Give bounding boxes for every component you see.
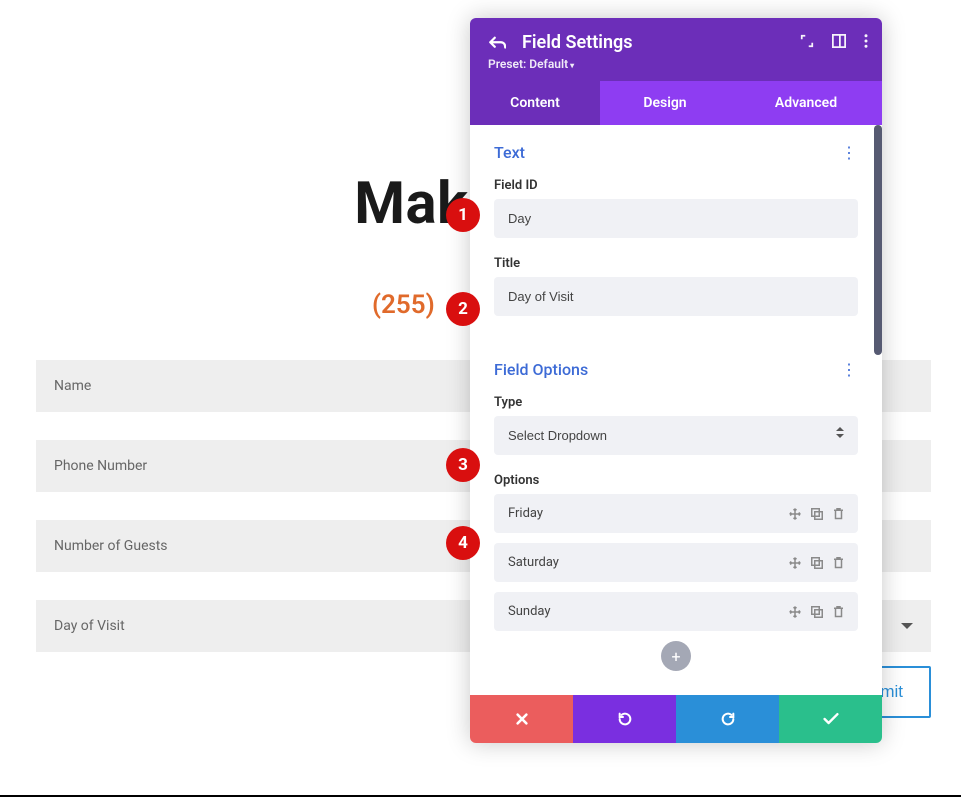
section-text: Text ⋮ Field ID Title [470, 125, 882, 342]
check-icon [823, 712, 839, 726]
option-row[interactable]: Saturday [494, 543, 858, 582]
kebab-menu-icon[interactable] [864, 34, 868, 48]
move-icon[interactable] [789, 606, 801, 618]
title-input[interactable] [494, 277, 858, 316]
title-label: Title [494, 256, 858, 271]
back-icon[interactable] [488, 35, 506, 51]
add-option-button[interactable]: + [661, 641, 691, 671]
panel-tabs: Content Design Advanced [470, 81, 882, 125]
redo-button[interactable] [676, 695, 779, 743]
type-label: Type [494, 395, 858, 410]
panel-title: Field Settings [522, 32, 633, 53]
section-field-options: Field Options ⋮ Type Options Friday Satu… [470, 342, 882, 695]
name-placeholder: Name [54, 378, 91, 394]
layout-icon[interactable] [832, 34, 846, 48]
field-settings-panel: Field Settings Preset: Default Content D… [470, 18, 882, 743]
type-select[interactable] [494, 416, 858, 455]
section-text-title[interactable]: Text [494, 143, 525, 162]
redo-icon [720, 711, 736, 727]
option-row-label: Sunday [508, 604, 551, 619]
duplicate-icon[interactable] [811, 508, 823, 520]
close-icon [515, 712, 529, 726]
tab-advanced[interactable]: Advanced [730, 81, 882, 125]
guests-placeholder: Number of Guests [54, 538, 168, 554]
annotation-marker-4: 4 [446, 526, 480, 560]
tab-content[interactable]: Content [470, 81, 600, 125]
panel-footer [470, 695, 882, 743]
day-placeholder: Day of Visit [54, 618, 125, 634]
save-button[interactable] [779, 695, 882, 743]
preset-selector[interactable]: Preset: Default [488, 57, 864, 71]
panel-body: Text ⋮ Field ID Title Field Options ⋮ Ty… [470, 125, 882, 695]
phone-number-text: (255) [372, 290, 435, 320]
delete-icon[interactable] [833, 557, 844, 569]
move-icon[interactable] [789, 557, 801, 569]
field-id-input[interactable] [494, 199, 858, 238]
options-label: Options [494, 473, 858, 488]
annotation-marker-1: 1 [446, 198, 480, 232]
duplicate-icon[interactable] [811, 557, 823, 569]
tab-design[interactable]: Design [600, 81, 730, 125]
undo-icon [617, 711, 633, 727]
panel-header: Field Settings Preset: Default [470, 18, 882, 81]
annotation-marker-2: 2 [446, 292, 480, 326]
cancel-button[interactable] [470, 695, 573, 743]
section-text-menu-icon[interactable]: ⋮ [841, 143, 858, 162]
section-options-title[interactable]: Field Options [494, 360, 588, 379]
undo-button[interactable] [573, 695, 676, 743]
duplicate-icon[interactable] [811, 606, 823, 618]
option-row[interactable]: Sunday [494, 592, 858, 631]
delete-icon[interactable] [833, 606, 844, 618]
expand-icon[interactable] [800, 34, 814, 48]
section-options-menu-icon[interactable]: ⋮ [841, 360, 858, 379]
annotation-marker-3: 3 [446, 448, 480, 482]
delete-icon[interactable] [833, 508, 844, 520]
type-select-value[interactable] [494, 416, 858, 455]
option-row-label: Friday [508, 506, 543, 521]
move-icon[interactable] [789, 508, 801, 520]
phone-placeholder: Phone Number [54, 458, 147, 474]
option-row[interactable]: Friday [494, 494, 858, 533]
field-id-label: Field ID [494, 178, 858, 193]
option-row-label: Saturday [508, 555, 559, 570]
